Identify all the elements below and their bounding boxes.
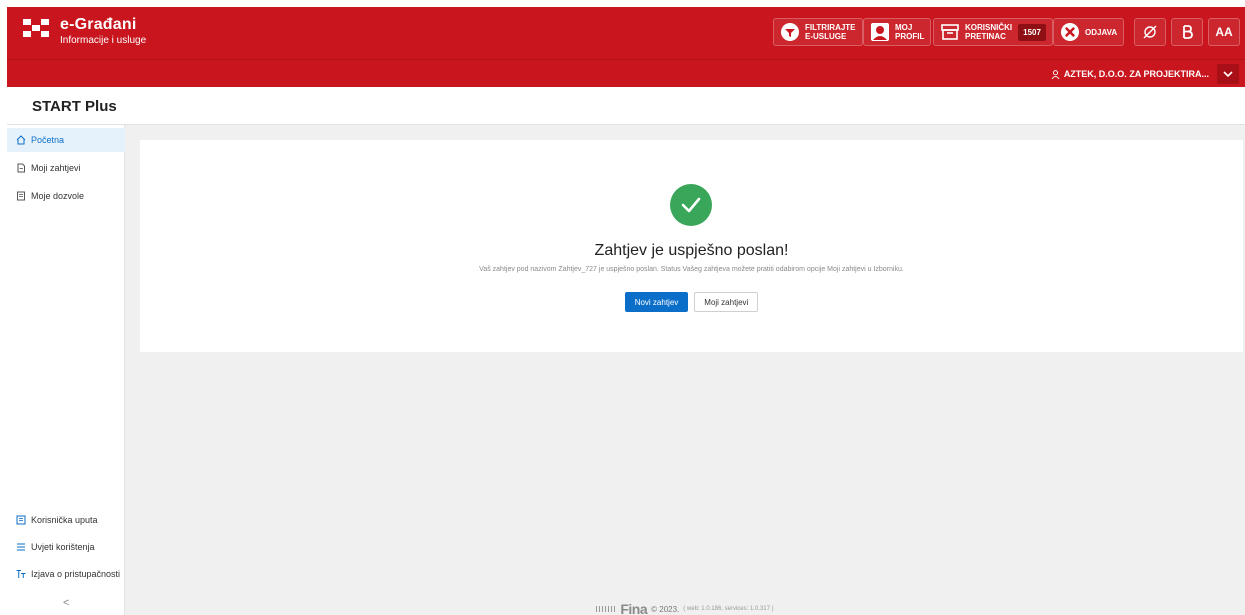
sidebar-item-label: Izjava o pristupačnosti	[31, 569, 121, 579]
sidebar: Početna Moji zahtjevi Moje dozvole Koris…	[7, 125, 125, 615]
top-header: e-Građani Informacije i usluge FILTRIRAJ…	[7, 7, 1245, 59]
egradjani-logo-icon[interactable]	[23, 19, 49, 37]
dyslexia-font-icon	[1183, 25, 1193, 39]
filter-line1: FILTRIRAJTE	[805, 23, 856, 32]
list-icon	[17, 543, 25, 551]
permit-icon	[17, 191, 25, 201]
sidebar-item-label: Korisnička uputa	[31, 515, 98, 525]
filter-services-button[interactable]: FILTRIRAJTE E-USLUGE	[773, 18, 863, 46]
sidebar-item-label: Početna	[31, 135, 65, 145]
sidebar-item-moji-zahtjevi[interactable]: Moji zahtjevi	[7, 156, 125, 180]
success-check-icon	[670, 184, 712, 226]
copyright: © 2023.	[651, 604, 680, 614]
text-size-icon	[16, 570, 26, 578]
eye-off-icon	[1143, 25, 1157, 39]
app-title: START Plus	[32, 98, 117, 115]
sidebar-collapse-button[interactable]: <	[63, 597, 69, 609]
home-icon	[16, 135, 26, 145]
close-circle-icon	[1061, 23, 1079, 41]
success-description: Vaš zahtjev pod nazivom Zahtjev_727 je u…	[479, 266, 904, 273]
inbox-count-badge: 1507	[1018, 23, 1046, 41]
sidebar-item-label: Uvjeti korištenja	[31, 542, 95, 552]
sidebar-item-label: Moje dozvole	[31, 191, 85, 201]
action-buttons: Novi zahtjev Moji zahtjevi	[140, 292, 1243, 312]
brand-subtitle: Informacije i usluge	[60, 35, 147, 46]
my-profile-button[interactable]: MOJ PROFIL	[863, 18, 932, 46]
filter-line2: E-USLUGE	[805, 32, 847, 41]
new-request-button[interactable]: Novi zahtjev	[624, 292, 689, 312]
filter-icon	[781, 23, 799, 41]
dyslexia-font-button[interactable]	[1171, 18, 1203, 46]
user-name: AZTEK, D.O.O. ZA PROJEKTIRA...	[1063, 69, 1209, 79]
profile-line2: PROFIL	[895, 32, 925, 41]
font-size-label: AA	[1215, 24, 1233, 39]
profile-line1: MOJ	[895, 23, 913, 32]
font-size-button[interactable]: AA	[1208, 18, 1240, 46]
app-frame: e-Građani Informacije i usluge FILTRIRAJ…	[7, 7, 1245, 615]
user-bar: AZTEK, D.O.O. ZA PROJEKTIRA...	[7, 59, 1245, 87]
sidebar-item-uvjeti-koristenja[interactable]: Uvjeti korištenja	[7, 535, 125, 559]
logout-button[interactable]: ODJAVA	[1053, 18, 1125, 46]
sidebar-item-label: Moji zahtjevi	[31, 163, 81, 173]
chevron-down-icon	[1223, 71, 1233, 78]
sidebar-item-pocetna[interactable]: Početna	[7, 128, 125, 152]
sidebar-item-korisnicka-uputa[interactable]: Korisnička uputa	[7, 508, 125, 532]
manual-icon	[16, 515, 26, 525]
hide-visibility-button[interactable]	[1134, 18, 1166, 46]
fina-stripes-icon	[596, 606, 617, 612]
inbox-line1: KORISNIČKI	[965, 23, 1013, 32]
brand-title[interactable]: e-Građani	[60, 16, 137, 34]
fina-logo: Fina	[620, 601, 648, 615]
version-info: ( web: 1.0.186, services: 1.0.317 )	[683, 606, 774, 612]
user-inbox-button[interactable]: KORISNIČKI PRETINAC 1507	[933, 18, 1053, 46]
app-title-bar: START Plus	[7, 87, 1245, 125]
success-card: Zahtjev je uspješno poslan! Vaš zahtjev …	[140, 140, 1243, 352]
profile-icon	[871, 23, 889, 41]
user-menu-toggle[interactable]	[1217, 64, 1239, 84]
user-account[interactable]: AZTEK, D.O.O. ZA PROJEKTIRA...	[1051, 69, 1209, 79]
inbox-line2: PRETINAC	[965, 32, 1006, 41]
sidebar-item-izjava-o-pristupacnosti[interactable]: Izjava o pristupačnosti	[7, 562, 125, 586]
user-icon	[1051, 69, 1060, 79]
success-title: Zahtjev je uspješno poslan!	[594, 242, 789, 259]
inbox-icon	[941, 24, 959, 40]
sidebar-item-moje-dozvole[interactable]: Moje dozvole	[7, 184, 125, 208]
document-icon	[17, 163, 25, 173]
logout-label: ODJAVA	[1085, 27, 1118, 37]
footer: Fina © 2023. ( web: 1.0.186, services: 1…	[125, 601, 1245, 615]
my-requests-button[interactable]: Moji zahtjevi	[694, 292, 759, 312]
